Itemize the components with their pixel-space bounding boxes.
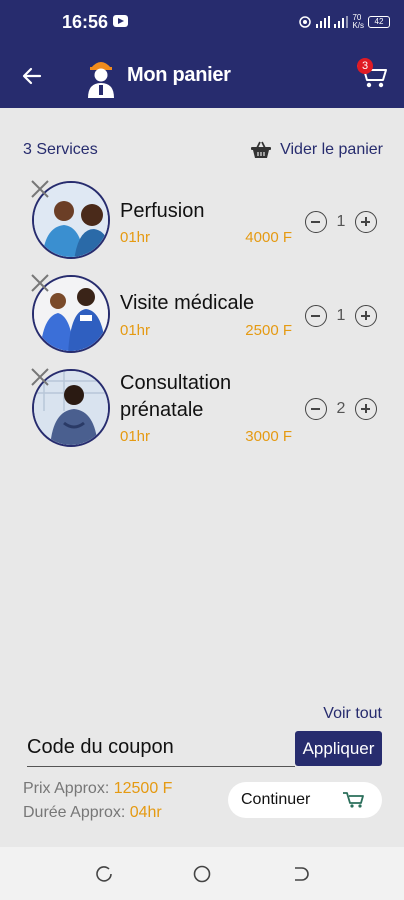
page-title: Mon panier	[127, 64, 231, 86]
remove-icon[interactable]	[29, 178, 51, 200]
service-name: Visite médicale	[120, 292, 255, 314]
service-price: 4000 F	[245, 229, 292, 246]
minus-icon[interactable]	[305, 211, 327, 233]
continue-label: Continuer	[241, 791, 311, 808]
cart-summary-bar: 3 Services Vider le panier	[23, 141, 383, 161]
service-duration: 01hr	[120, 229, 151, 246]
service-price: 3000 F	[245, 428, 292, 445]
plus-icon[interactable]	[355, 305, 377, 327]
plus-icon[interactable]	[355, 398, 377, 420]
service-meta: 01hr 2500 F	[120, 322, 292, 339]
recent-apps-icon[interactable]	[95, 865, 113, 883]
status-bar: 16:56 70 K/s 42	[0, 0, 404, 44]
service-duration: 01hr	[120, 322, 151, 339]
plus-icon[interactable]	[355, 211, 377, 233]
cart-icon	[343, 792, 364, 808]
cart-item: Consultation prénatale 01hr 3000 F 2	[0, 366, 404, 453]
quantity-stepper: 1	[305, 210, 377, 234]
home-icon[interactable]	[193, 865, 211, 883]
cart-count-badge: 3	[357, 58, 373, 74]
continue-button[interactable]: Continuer	[228, 782, 382, 818]
quantity-value: 2	[336, 400, 346, 417]
quantity-stepper: 1	[305, 304, 377, 328]
app-header: 16:56 70 K/s 42 Mon panier 3	[0, 0, 404, 108]
signal-icon	[316, 16, 331, 28]
minus-icon[interactable]	[305, 305, 327, 327]
clear-cart-label: Vider le panier	[280, 141, 383, 158]
voir-tout-link[interactable]: Voir tout	[323, 705, 382, 723]
service-name: Perfusion	[120, 200, 205, 222]
service-price: 2500 F	[245, 322, 292, 339]
duration-label: Durée Approx:	[23, 804, 126, 821]
quantity-value: 1	[336, 213, 346, 230]
remove-icon[interactable]	[29, 366, 51, 388]
back-nav-icon[interactable]	[291, 865, 309, 883]
cart-item: Perfusion 01hr 4000 F 1	[0, 178, 404, 265]
apply-coupon-button[interactable]: Appliquer	[295, 731, 382, 766]
service-duration: 01hr	[120, 428, 151, 445]
status-time: 16:56	[62, 12, 109, 32]
service-meta: 01hr 3000 F	[120, 428, 292, 445]
basket-icon	[251, 141, 272, 158]
battery-icon: 42	[368, 16, 390, 28]
quantity-stepper: 2	[305, 397, 377, 421]
system-nav-bar	[0, 847, 404, 900]
service-meta: 01hr 4000 F	[120, 229, 292, 246]
duration-summary: Durée Approx: 04hr	[23, 804, 162, 822]
service-name: Consultation prénatale	[120, 372, 232, 421]
cart-item: Visite médicale 01hr 2500 F 1	[0, 272, 404, 359]
status-indicators: 70 K/s 42	[298, 14, 390, 30]
clear-cart-button[interactable]: Vider le panier	[250, 141, 383, 159]
price-value: 12500 F	[113, 780, 173, 797]
back-arrow-icon[interactable]	[20, 64, 44, 88]
duration-value: 04hr	[129, 804, 162, 821]
price-summary: Prix Approx: 12500 F	[23, 780, 172, 798]
location-icon	[299, 16, 312, 28]
signal-icon-2	[334, 16, 349, 28]
remove-icon[interactable]	[29, 272, 51, 294]
coupon-input[interactable]: Code du coupon	[27, 733, 295, 767]
services-count: 3 Services	[23, 141, 98, 158]
minus-icon[interactable]	[305, 398, 327, 420]
quantity-value: 1	[336, 307, 346, 324]
nurse-logo-icon	[88, 62, 114, 98]
youtube-notification-icon	[113, 15, 128, 27]
network-speed: 70 K/s	[352, 13, 364, 30]
price-label: Prix Approx:	[23, 780, 110, 797]
